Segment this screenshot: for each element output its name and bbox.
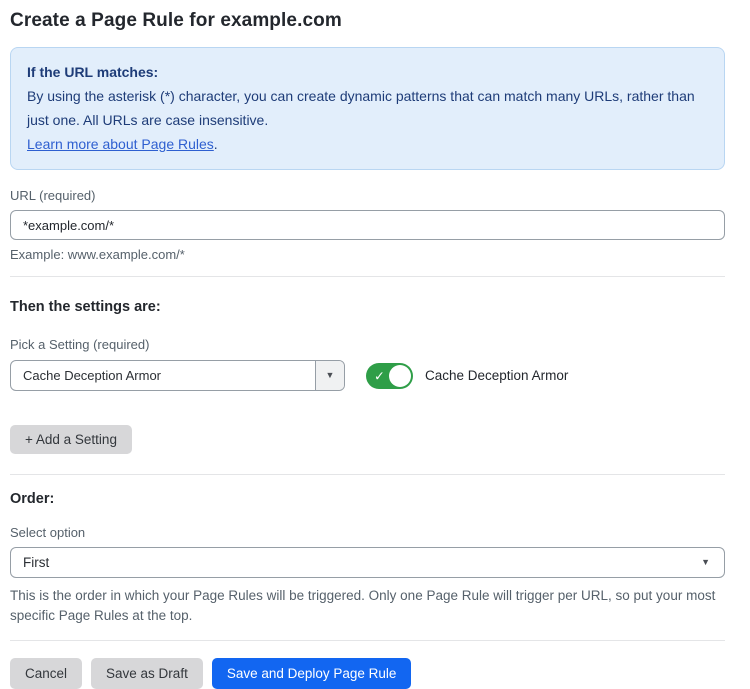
cancel-button[interactable]: Cancel xyxy=(10,658,82,689)
url-helper: Example: www.example.com/* xyxy=(10,247,725,262)
divider xyxy=(10,276,725,277)
order-heading: Order: xyxy=(10,491,725,507)
url-match-info-box: If the URL matches: By using the asteris… xyxy=(10,47,725,170)
info-box-body: By using the asterisk (*) character, you… xyxy=(27,84,708,132)
caret-down-icon: ▼ xyxy=(326,371,335,380)
setting-toggle-label: Cache Deception Armor xyxy=(425,368,568,383)
order-select-dropdown[interactable]: First ▼ xyxy=(10,547,725,578)
info-link-line: Learn more about Page Rules. xyxy=(27,132,708,156)
setting-picker-dropdown[interactable]: Cache Deception Armor ▼ xyxy=(10,360,345,391)
order-helper: This is the order in which your Page Rul… xyxy=(10,586,725,626)
save-deploy-button[interactable]: Save and Deploy Page Rule xyxy=(212,658,412,689)
url-input[interactable] xyxy=(10,210,725,240)
toggle-knob xyxy=(389,365,411,387)
check-icon: ✓ xyxy=(374,369,385,382)
setting-picker-arrow-button[interactable]: ▼ xyxy=(315,361,344,390)
divider xyxy=(10,474,725,475)
save-draft-button[interactable]: Save as Draft xyxy=(91,658,203,689)
actions-row: Cancel Save as Draft Save and Deploy Pag… xyxy=(10,658,725,689)
add-setting-button[interactable]: + Add a Setting xyxy=(10,425,132,454)
caret-down-icon: ▼ xyxy=(701,558,710,567)
setting-toggle[interactable]: ✓ xyxy=(366,363,413,389)
link-suffix: . xyxy=(214,136,218,152)
divider xyxy=(10,640,725,641)
page-rule-form: Create a Page Rule for example.com If th… xyxy=(10,0,725,689)
order-select-value: First xyxy=(23,555,49,570)
info-box-heading: If the URL matches: xyxy=(27,60,708,84)
page-rules-link[interactable]: Learn more about Page Rules xyxy=(27,136,214,152)
url-label: URL (required) xyxy=(10,188,725,203)
order-select-label: Select option xyxy=(10,525,725,540)
page-title: Create a Page Rule for example.com xyxy=(10,10,725,32)
setting-picker-label: Pick a Setting (required) xyxy=(10,337,725,352)
setting-picker-value: Cache Deception Armor xyxy=(11,361,315,390)
settings-heading: Then the settings are: xyxy=(10,299,725,315)
setting-row: Cache Deception Armor ▼ ✓ Cache Deceptio… xyxy=(10,360,725,391)
